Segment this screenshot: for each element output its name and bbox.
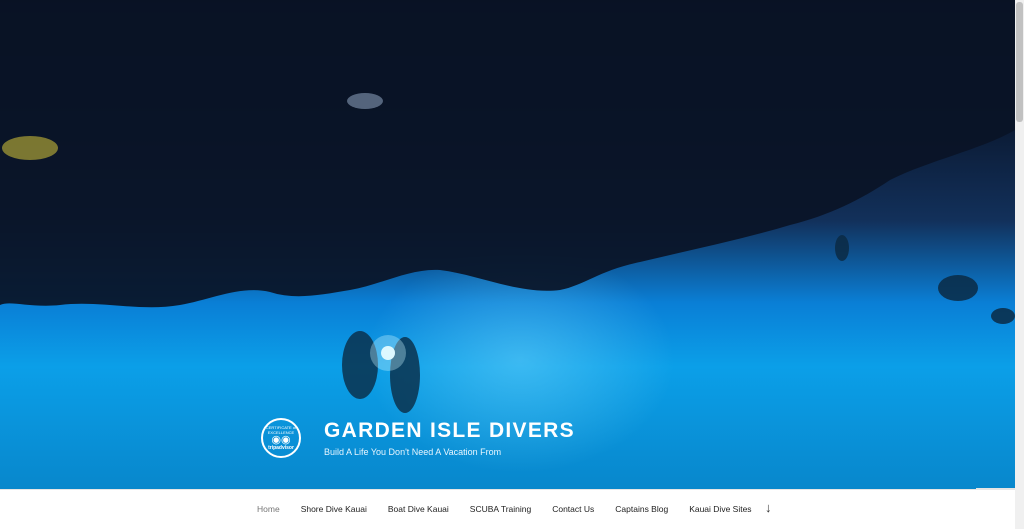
nav-item-home[interactable]: Home: [257, 504, 280, 514]
hero-image: CERTIFICATE of EXCELLENCE ◉◉ tripadvisor…: [0, 0, 1015, 489]
nav-item-kauai-dive-sites[interactable]: Kauai Dive Sites: [689, 504, 751, 514]
cave-ceiling: [0, 0, 1015, 413]
nav-item-contact-us[interactable]: Contact Us: [552, 504, 594, 514]
scrollbar-thumb[interactable]: [1016, 2, 1023, 122]
nav-item-captains-blog[interactable]: Captains Blog: [615, 504, 668, 514]
main-navigation: Home Shore Dive Kauai Boat Dive Kauai SC…: [0, 489, 1015, 530]
badge-brand: tripadvisor: [268, 445, 294, 451]
nav-item-boat-dive-kauai[interactable]: Boat Dive Kauai: [388, 504, 449, 514]
site-branding: CERTIFICATE of EXCELLENCE ◉◉ tripadvisor…: [261, 418, 575, 458]
site-tagline: Build A Life You Don't Need A Vacation F…: [324, 447, 502, 457]
tripadvisor-badge[interactable]: CERTIFICATE of EXCELLENCE ◉◉ tripadvisor: [261, 418, 301, 458]
nav-item-shore-dive-kauai[interactable]: Shore Dive Kauai: [301, 504, 367, 514]
nav-item-scuba-training[interactable]: SCUBA Training: [470, 504, 531, 514]
arrow-down-icon[interactable]: ↓: [765, 500, 772, 515]
page-scrollbar[interactable]: [1015, 0, 1024, 529]
site-title[interactable]: GARDEN ISLE DIVERS: [324, 419, 575, 443]
nav-list: Home Shore Dive Kauai Boat Dive Kauai SC…: [257, 504, 773, 514]
site-title-block: GARDEN ISLE DIVERS Build A Life You Don'…: [324, 419, 575, 457]
